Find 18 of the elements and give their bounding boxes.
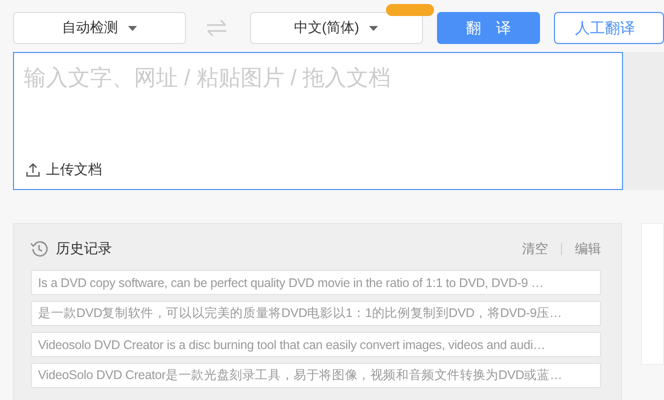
- target-language-select[interactable]: 中文(简体): [250, 12, 423, 44]
- upload-icon: [26, 163, 40, 177]
- source-language-select[interactable]: 自动检测: [13, 12, 186, 44]
- history-item[interactable]: 是一款DVD复制软件，可以以完美的质量将DVD电影以1：1的比例复制到DVD，将DVD-9压…: [31, 301, 601, 326]
- history-item[interactable]: Videosolo DVD Creator is a disc burning tool that can easily convert images, videos and audi…: [31, 332, 601, 357]
- swap-icon[interactable]: [206, 19, 228, 37]
- history-icon: [30, 240, 48, 258]
- history-title: 历史记录: [56, 240, 113, 258]
- notification-badge: [386, 4, 434, 16]
- history-item[interactable]: VideoSolo DVD Creator是一款光盘刻录工具，易于将图像，视频和音频文件转换为DVD或蓝…: [31, 363, 601, 388]
- clear-button[interactable]: 清空: [522, 240, 548, 258]
- edit-button[interactable]: 编辑: [575, 240, 601, 258]
- translate-button[interactable]: 翻 译: [436, 12, 540, 44]
- caret-icon: [369, 26, 378, 30]
- history-item[interactable]: Is a DVD copy software, can be perfect quality DVD movie in the ratio of 1:1 to DVD, DVD-9 …: [31, 270, 601, 295]
- caret-icon: [128, 26, 138, 30]
- upload-button[interactable]: 上传文档: [24, 161, 102, 179]
- human-translate-button[interactable]: 人工翻译: [554, 12, 664, 44]
